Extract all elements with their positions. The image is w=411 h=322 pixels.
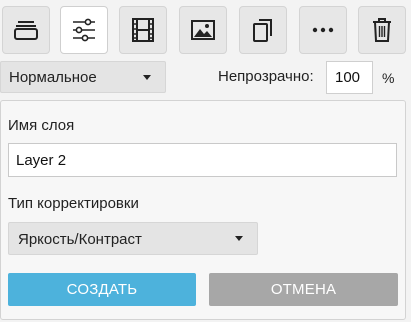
- delete-layer-button[interactable]: [358, 6, 406, 54]
- blend-mode-value: Нормальное: [9, 68, 97, 86]
- layer-name-input[interactable]: Layer 2: [8, 143, 397, 177]
- more-options-button[interactable]: [299, 6, 347, 54]
- more-icon: [312, 27, 334, 33]
- image-layer-button[interactable]: [179, 6, 227, 54]
- layer-name-label: Имя слоя: [8, 117, 75, 134]
- opacity-unit: %: [382, 70, 395, 86]
- new-layer-form: Имя слоя Layer 2 Тип корректировки Яркос…: [0, 100, 406, 320]
- film-icon: [131, 17, 155, 43]
- create-button[interactable]: СОЗДАТЬ: [8, 273, 196, 306]
- layer-stack-icon: [13, 19, 39, 41]
- image-icon: [190, 19, 216, 41]
- sliders-icon: [71, 18, 97, 42]
- chevron-down-icon: [235, 236, 243, 241]
- cancel-button[interactable]: ОТМЕНА: [209, 273, 398, 306]
- blend-mode-select[interactable]: Нормальное: [0, 61, 166, 93]
- opacity-label: Непрозрачно:: [218, 68, 314, 85]
- new-layer-button[interactable]: [2, 6, 50, 54]
- opacity-input[interactable]: 100: [326, 61, 373, 94]
- trash-icon: [371, 17, 393, 43]
- adjustment-type-select[interactable]: Яркость/Контраст: [8, 222, 258, 255]
- chevron-down-icon: [143, 75, 151, 80]
- adjustment-type-label: Тип корректировки: [8, 195, 139, 212]
- video-layer-button[interactable]: [119, 6, 167, 54]
- adjustment-layer-button[interactable]: [60, 6, 108, 54]
- duplicate-icon: [251, 17, 275, 43]
- layer-toolbar: [0, 0, 411, 60]
- adjustment-type-value: Яркость/Контраст: [18, 231, 142, 248]
- duplicate-layer-button[interactable]: [239, 6, 287, 54]
